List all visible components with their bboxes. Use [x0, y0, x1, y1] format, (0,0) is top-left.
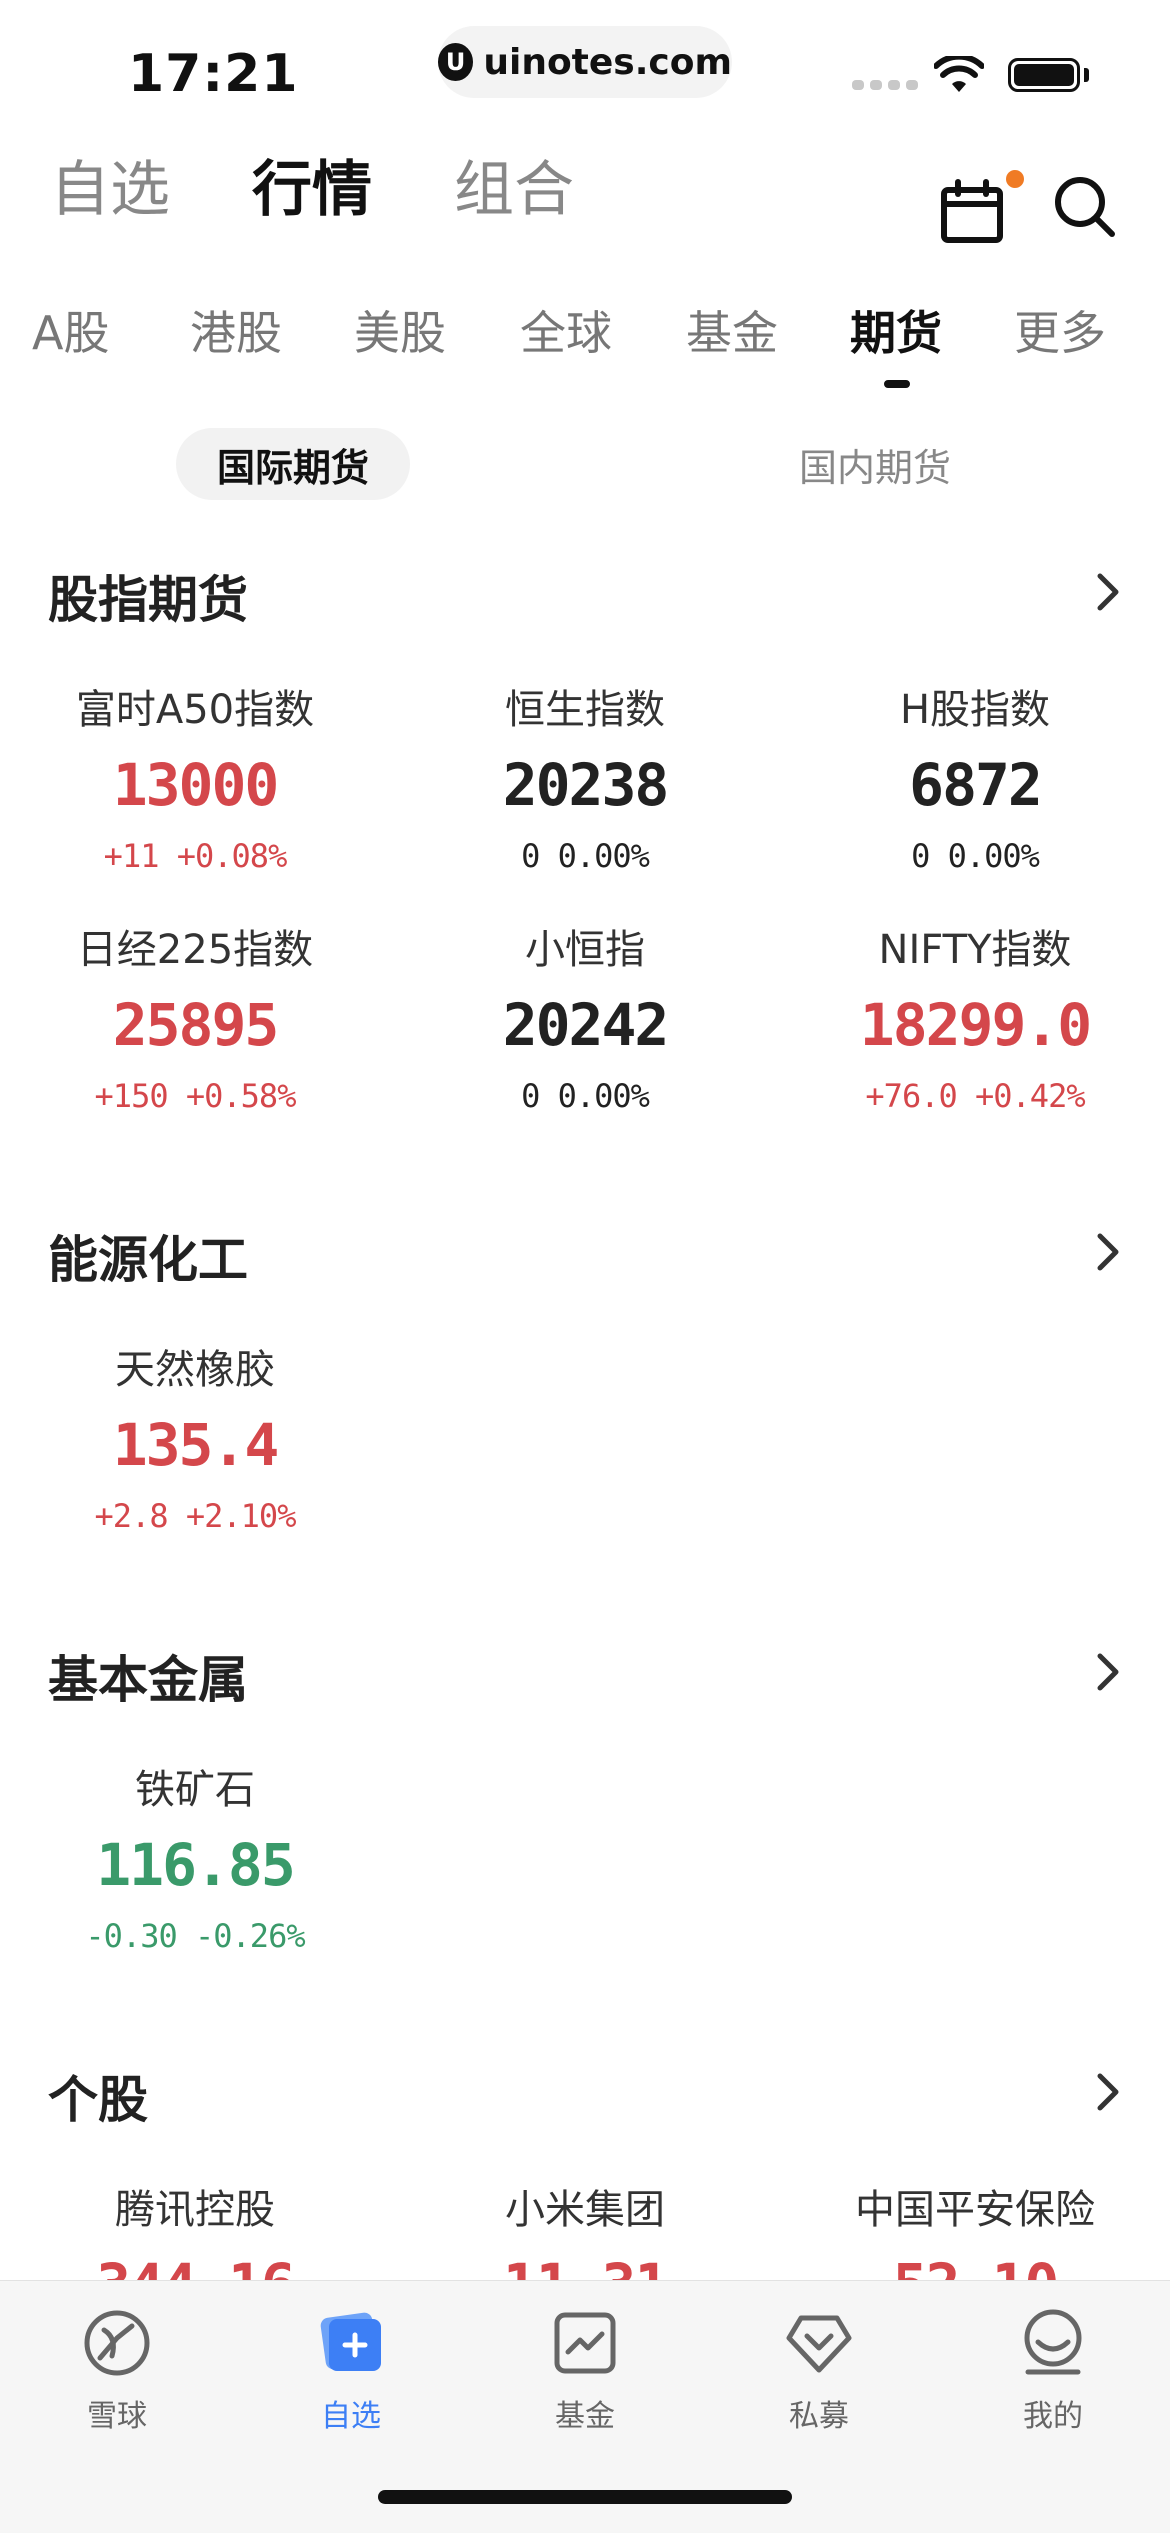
active-tab-indicator	[884, 380, 910, 388]
home-indicator	[378, 2490, 792, 2504]
quote-cell[interactable]: 小恒指 20242 0 0.00%	[390, 930, 780, 1112]
market-tabs: A股 港股 美股 全球 基金 期货 更多	[0, 306, 1170, 396]
tab-portfolio[interactable]: 组合	[454, 160, 574, 220]
chevron-right-icon[interactable]	[1094, 1650, 1124, 1694]
segment-international-futures[interactable]: 国际期货	[176, 428, 410, 500]
top-tabs: 自选 行情 组合	[50, 160, 574, 220]
fund-chart-icon	[552, 2303, 618, 2383]
chevron-right-icon[interactable]	[1094, 570, 1124, 614]
quote-cell[interactable]: 恒生指数 20238 0 0.00%	[390, 690, 780, 872]
notification-dot	[1006, 170, 1024, 188]
status-time: 17:21	[128, 44, 299, 104]
snowball-icon	[82, 2303, 152, 2383]
tab-market[interactable]: 行情	[252, 160, 372, 220]
market-tab-global[interactable]: 全球	[520, 306, 612, 361]
nav-snowball[interactable]: 雪球	[0, 2281, 234, 2441]
market-tab-us[interactable]: 美股	[354, 306, 446, 361]
segment-domestic-futures[interactable]: 国内期货	[760, 428, 990, 500]
tab-watchlist[interactable]: 自选	[50, 160, 170, 220]
signal-icon	[852, 80, 918, 90]
quote-cell[interactable]: H股指数 6872 0 0.00%	[780, 690, 1170, 872]
quote-cell[interactable]: NIFTY指数 18299.0 +76.0 +0.42%	[780, 930, 1170, 1112]
nav-profile[interactable]: 我的	[936, 2281, 1170, 2441]
quote-cell[interactable]: 天然橡胶 135.4 +2.8 +2.10%	[0, 1350, 390, 1532]
url-text: uinotes.com	[483, 41, 732, 83]
url-pill[interactable]: U uinotes.com	[438, 26, 732, 98]
wifi-icon	[934, 56, 984, 92]
market-tab-more[interactable]: 更多	[1014, 306, 1106, 361]
market-tab-hk[interactable]: 港股	[190, 306, 282, 361]
quote-cell[interactable]: 富时A50指数 13000 +11 +0.08%	[0, 690, 390, 872]
profile-icon	[1020, 2303, 1086, 2383]
nav-watchlist[interactable]: 自选	[234, 2281, 468, 2441]
market-tab-futures[interactable]: 期货	[850, 306, 942, 361]
section-title-index-futures[interactable]: 股指期货	[48, 560, 248, 632]
market-tab-a-share[interactable]: A股	[32, 306, 109, 361]
quote-cell[interactable]: 铁矿石 116.85 -0.30 -0.26%	[0, 1770, 390, 1952]
search-icon[interactable]	[1052, 174, 1118, 240]
site-logo-icon: U	[438, 43, 474, 81]
nav-fund[interactable]: 基金	[468, 2281, 702, 2441]
market-tab-fund[interactable]: 基金	[686, 306, 778, 361]
section-title-energy[interactable]: 能源化工	[48, 1220, 248, 1292]
watchlist-icon	[315, 2303, 387, 2383]
status-bar: 17:21 U uinotes.com	[0, 0, 1170, 130]
private-fund-icon	[783, 2303, 855, 2383]
battery-icon	[1008, 58, 1080, 92]
chevron-right-icon[interactable]	[1094, 1230, 1124, 1274]
nav-private-fund[interactable]: 私募	[702, 2281, 936, 2441]
section-title-metals[interactable]: 基本金属	[48, 1640, 248, 1712]
calendar-icon[interactable]	[940, 176, 1012, 246]
section-title-stocks[interactable]: 个股	[48, 2060, 148, 2132]
quote-cell[interactable]: 日经225指数 25895 +150 +0.58%	[0, 930, 390, 1112]
chevron-right-icon[interactable]	[1094, 2070, 1124, 2114]
